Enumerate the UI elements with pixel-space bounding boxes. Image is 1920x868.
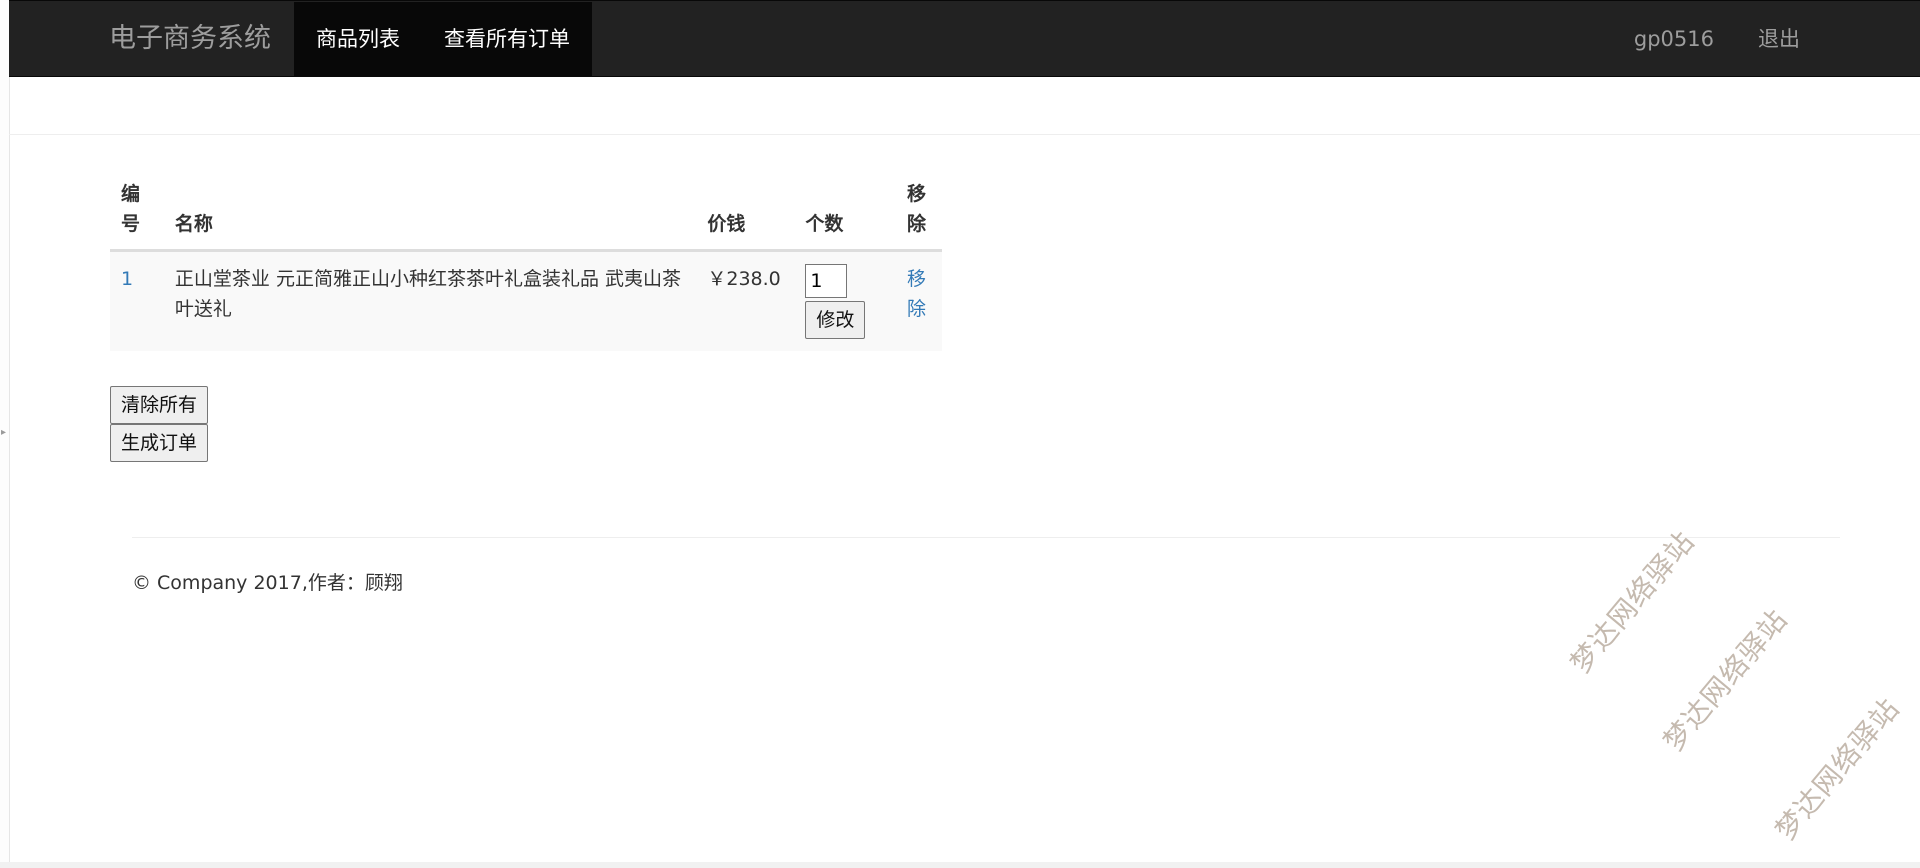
nav-links: 商品列表 查看所有订单 bbox=[294, 2, 592, 77]
watermark: 梦达网络驿站 bbox=[1563, 524, 1701, 680]
footer-divider bbox=[132, 537, 1840, 538]
page: ▸ 电子商务系统 商品列表 查看所有订单 gp0516 退出 编号 名称 价钱 … bbox=[0, 0, 1920, 868]
row-name: 正山堂茶业 元正简雅正山小种红茶茶叶礼盒装礼品 武夷山茶叶送礼 bbox=[163, 250, 697, 351]
top-navbar: 电子商务系统 商品列表 查看所有订单 gp0516 退出 bbox=[9, 0, 1920, 77]
create-order-button[interactable]: 生成订单 bbox=[110, 424, 209, 462]
cart-table: 编号 名称 价钱 个数 移除 1 正山堂茶业 元正简雅正山小种红茶茶叶礼盒装礼品… bbox=[110, 175, 942, 351]
clear-all-button[interactable]: 清除所有 bbox=[110, 386, 209, 424]
footer-copyright: © Company 2017,作者：顾翔 bbox=[132, 572, 403, 594]
row-id[interactable]: 1 bbox=[110, 250, 164, 351]
username-link[interactable]: gp0516 bbox=[1612, 1, 1736, 78]
row-remove-cell: 移除 bbox=[895, 250, 942, 351]
modify-button[interactable]: 修改 bbox=[805, 301, 866, 339]
nav-user-area: gp0516 退出 bbox=[1612, 1, 1822, 78]
cart-table-header: 编号 名称 价钱 个数 移除 bbox=[110, 175, 942, 252]
bottom-scrollbar-track[interactable] bbox=[0, 862, 1920, 868]
nav-all-orders[interactable]: 查看所有订单 bbox=[422, 2, 592, 77]
logout-link[interactable]: 退出 bbox=[1736, 1, 1822, 78]
nav-product-list[interactable]: 商品列表 bbox=[294, 2, 422, 77]
brand-title[interactable]: 电子商务系统 bbox=[109, 1, 271, 78]
collapse-caret-icon[interactable]: ▸ bbox=[1, 427, 6, 438]
row-qty-cell: 修改 bbox=[794, 250, 896, 351]
cart-actions: 清除所有 生成订单 bbox=[110, 386, 209, 462]
header-divider bbox=[9, 134, 1920, 135]
table-row: 1 正山堂茶业 元正简雅正山小种红茶茶叶礼盒装礼品 武夷山茶叶送礼 ￥238.0… bbox=[110, 250, 942, 351]
watermark: 梦达网络驿站 bbox=[1768, 691, 1906, 847]
header-qty: 个数 bbox=[794, 175, 896, 252]
header-remove: 移除 bbox=[895, 175, 942, 252]
header-name: 名称 bbox=[163, 175, 697, 252]
remove-link[interactable]: 移除 bbox=[907, 264, 929, 324]
row-price: ￥238.0 bbox=[696, 250, 795, 351]
header-id: 编号 bbox=[110, 175, 164, 252]
header-price: 价钱 bbox=[696, 175, 795, 252]
watermark: 梦达网络驿站 bbox=[1656, 602, 1794, 758]
quantity-input[interactable] bbox=[805, 264, 848, 298]
